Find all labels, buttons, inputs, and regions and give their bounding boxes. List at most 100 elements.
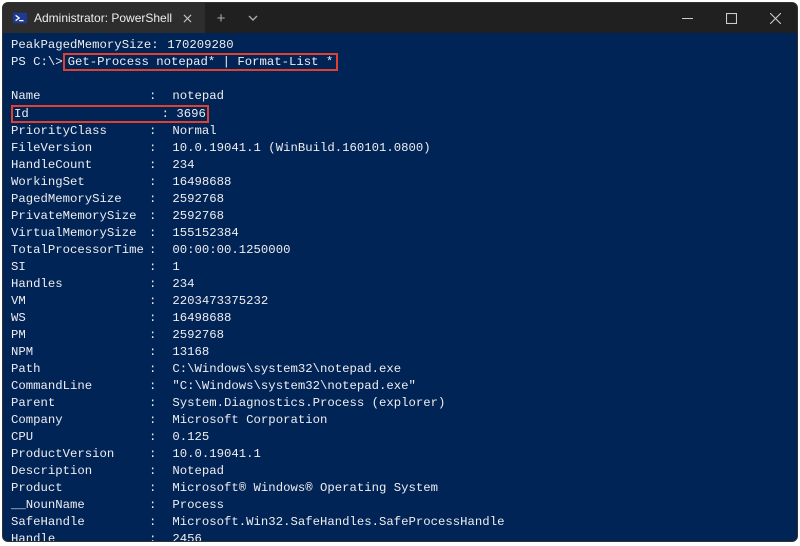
property-value: Normal xyxy=(165,123,217,140)
property-sep: : xyxy=(162,107,177,121)
property-label: PagedMemorySize xyxy=(11,191,149,208)
property-label: VM xyxy=(11,293,149,310)
property-label: Path xyxy=(11,361,149,378)
powershell-window: Administrator: PowerShell + PeakPagedMem… xyxy=(2,2,798,542)
tab-title: Administrator: PowerShell xyxy=(34,11,172,25)
maximize-button[interactable] xyxy=(709,3,753,33)
property-label: CommandLine xyxy=(11,378,149,395)
property-label: Description xyxy=(11,463,149,480)
close-button[interactable] xyxy=(753,3,797,33)
title-spacer xyxy=(269,3,665,33)
terminal-content[interactable]: PeakPagedMemorySize:170209280PS C:\>Get-… xyxy=(3,33,797,541)
prompt-prefix: PS C:\> xyxy=(11,55,63,69)
property-value: 155152384 xyxy=(165,225,239,242)
property-label: Name xyxy=(11,88,149,105)
window-controls xyxy=(665,3,797,33)
property-value: Microsoft Corporation xyxy=(165,412,327,429)
property-sep: : xyxy=(149,395,165,412)
property-label: Product xyxy=(11,480,149,497)
property-value: 1 xyxy=(165,259,180,276)
output-row: VirtualMemorySize: 155152384 xyxy=(11,225,789,242)
output-row: Parent: System.Diagnostics.Process (expl… xyxy=(11,395,789,412)
property-sep: : xyxy=(149,412,165,429)
property-sep: : xyxy=(149,327,165,344)
property-value: 10.0.19041.1 (WinBuild.160101.0800) xyxy=(165,140,431,157)
titlebar: Administrator: PowerShell + xyxy=(3,3,797,33)
property-label: WorkingSet xyxy=(11,174,149,191)
property-value: 00:00:00.1250000 xyxy=(165,242,290,259)
output-row: PagedMemorySize: 2592768 xyxy=(11,191,789,208)
property-sep: : xyxy=(149,140,165,157)
property-sep: : xyxy=(149,378,165,395)
property-value: 10.0.19041.1 xyxy=(165,446,261,463)
output-row: WorkingSet: 16498688 xyxy=(11,174,789,191)
property-label: PrivateMemorySize xyxy=(11,208,149,225)
property-label: Handle xyxy=(11,531,149,541)
properties-output: Name: notepadId : 3696PriorityClass: Nor… xyxy=(11,88,789,541)
property-label: PM xyxy=(11,327,149,344)
output-row: CPU: 0.125 xyxy=(11,429,789,446)
property-label: TotalProcessorTime xyxy=(11,242,149,259)
output-row: PrivateMemorySize: 2592768 xyxy=(11,208,789,225)
output-row: WS: 16498688 xyxy=(11,310,789,327)
property-value: 0.125 xyxy=(165,429,209,446)
property-label: PeakPagedMemorySize xyxy=(11,37,151,54)
property-value: Microsoft.Win32.SafeHandles.SafeProcessH… xyxy=(165,514,504,531)
property-value: 234 xyxy=(165,157,195,174)
property-label: VirtualMemorySize xyxy=(11,225,149,242)
property-label: Handles xyxy=(11,276,149,293)
output-row: Description: Notepad xyxy=(11,463,789,480)
property-value: 2592768 xyxy=(165,208,224,225)
prompt-command: Get-Process notepad* | Format-List * xyxy=(63,53,339,71)
property-label: Company xyxy=(11,412,149,429)
output-row: Path: C:\Windows\system32\notepad.exe xyxy=(11,361,789,378)
property-sep: : xyxy=(149,242,165,259)
property-value: 2592768 xyxy=(165,191,224,208)
property-sep: : xyxy=(149,157,165,174)
property-sep: : xyxy=(149,429,165,446)
property-value: 170209280 xyxy=(167,37,233,54)
property-label: WS xyxy=(11,310,149,327)
output-row: PeakPagedMemorySize:170209280 xyxy=(11,37,789,54)
property-label: Parent xyxy=(11,395,149,412)
property-label: SafeHandle xyxy=(11,514,149,531)
property-value: Microsoft® Windows® Operating System xyxy=(165,480,438,497)
property-label: __NounName xyxy=(11,497,149,514)
output-row: SafeHandle: Microsoft.Win32.SafeHandles.… xyxy=(11,514,789,531)
property-sep: : xyxy=(149,497,165,514)
output-row: PriorityClass: Normal xyxy=(11,123,789,140)
property-label: ProductVersion xyxy=(11,446,149,463)
output-row: Handles: 234 xyxy=(11,276,789,293)
property-value: Process xyxy=(165,497,224,514)
tab-powershell[interactable]: Administrator: PowerShell xyxy=(3,3,205,33)
property-sep: : xyxy=(149,208,165,225)
property-value: "C:\Windows\system32\notepad.exe" xyxy=(165,378,416,395)
property-value: 2456 xyxy=(165,531,202,541)
output-row: Id : 3696 xyxy=(11,105,789,123)
property-sep: : xyxy=(149,531,165,541)
property-value: 16498688 xyxy=(165,174,231,191)
property-sep: : xyxy=(149,361,165,378)
property-value: Notepad xyxy=(165,463,224,480)
property-sep: : xyxy=(149,276,165,293)
property-label: NPM xyxy=(11,344,149,361)
id-highlight: Id : 3696 xyxy=(11,105,209,123)
output-row: CommandLine: "C:\Windows\system32\notepa… xyxy=(11,378,789,395)
property-sep: : xyxy=(151,37,167,54)
tab-close-button[interactable] xyxy=(179,10,195,26)
minimize-button[interactable] xyxy=(665,3,709,33)
property-label: FileVersion xyxy=(11,140,149,157)
tab-dropdown-button[interactable] xyxy=(237,3,269,33)
property-value: 2592768 xyxy=(165,327,224,344)
property-sep: : xyxy=(149,480,165,497)
output-row: TotalProcessorTime: 00:00:00.1250000 xyxy=(11,242,789,259)
powershell-icon xyxy=(13,11,27,25)
property-value: 2203473375232 xyxy=(165,293,268,310)
new-tab-button[interactable]: + xyxy=(205,3,237,33)
property-sep: : xyxy=(149,293,165,310)
property-sep: : xyxy=(149,514,165,531)
output-row: Company: Microsoft Corporation xyxy=(11,412,789,429)
property-label: HandleCount xyxy=(11,157,149,174)
output-row: HandleCount: 234 xyxy=(11,157,789,174)
property-value: notepad xyxy=(165,88,224,105)
